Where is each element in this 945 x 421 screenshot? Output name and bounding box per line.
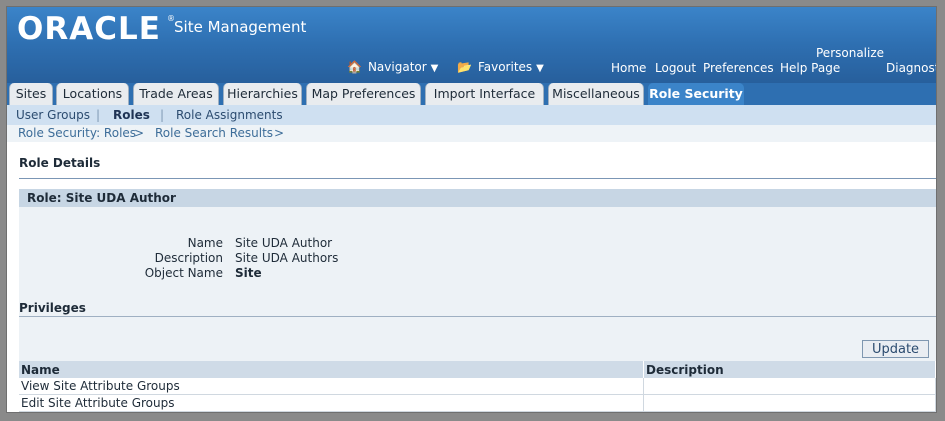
- subnav-user-groups[interactable]: User Groups: [16, 105, 90, 125]
- navigator-label: Navigator: [367, 60, 427, 74]
- favorites-menu[interactable]: 📂 Favorites ▼: [457, 60, 544, 74]
- update-button[interactable]: Update: [862, 340, 929, 358]
- breadcrumb-separator: >: [274, 126, 285, 140]
- oracle-logo: ORACLE: [17, 11, 161, 47]
- favorites-label: Favorites: [477, 60, 533, 74]
- column-header-description: Description: [643, 361, 936, 378]
- breadcrumb: Role Security: Roles > Role Search Resul…: [7, 125, 936, 142]
- description-value: Site UDA Authors: [235, 251, 339, 265]
- column-header-name: Name: [19, 361, 644, 378]
- tab-role-security[interactable]: Role Security: [648, 83, 744, 105]
- privileges-header: Privileges: [19, 301, 936, 317]
- object-name-label: Object Name: [144, 266, 223, 280]
- description-label: Description: [154, 251, 223, 265]
- subnav-role-assignments[interactable]: Role Assignments: [176, 105, 283, 125]
- subnav-bar: User Groups | Roles | Role Assignments: [7, 105, 936, 125]
- subnav-roles[interactable]: Roles: [113, 105, 150, 125]
- page-title: Role Details: [19, 154, 936, 179]
- privilege-description-cell: [643, 394, 936, 412]
- chevron-down-icon: ▼: [430, 63, 439, 74]
- app-window: ORACLE ® Site Management 🏠 Navigator ▼ 📂 Fa…: [6, 6, 937, 413]
- object-name-value: Site: [235, 266, 262, 280]
- preferences-link[interactable]: Preferences: [703, 61, 774, 75]
- tab-bar: Sites Locations Trade Areas Hierarchies …: [7, 83, 936, 105]
- breadcrumb-role-search-results[interactable]: Role Search Results: [155, 125, 273, 142]
- name-value: Site UDA Author: [235, 236, 333, 250]
- table-row: Edit Site Attribute Groups: [19, 394, 936, 412]
- privilege-name-cell: View Site Attribute Groups: [19, 378, 644, 395]
- diagnostics-link[interactable]: Diagnost: [886, 61, 936, 75]
- personalize-help-page-link[interactable]: Help Page: [780, 61, 840, 75]
- table-row: View Site Attribute Groups: [19, 378, 936, 395]
- logout-link[interactable]: Logout: [655, 61, 696, 75]
- app-title: Site Management: [174, 18, 307, 36]
- main-content: Role Details Role: Site UDA Author Name …: [7, 142, 936, 412]
- tab-sites[interactable]: Sites: [9, 83, 53, 105]
- tab-map-preferences[interactable]: Map Preferences: [306, 83, 421, 105]
- navigator-menu[interactable]: 🏠 Navigator ▼: [347, 60, 438, 74]
- breadcrumb-separator: >: [134, 126, 145, 140]
- privilege-description-cell: [643, 378, 936, 395]
- subnav-separator: |: [96, 108, 101, 122]
- role-panel: Role: Site UDA Author Name Site UDA Auth…: [19, 189, 936, 412]
- privilege-name-cell: Edit Site Attribute Groups: [19, 394, 644, 412]
- folder-star-icon: 📂: [457, 60, 472, 74]
- personalize-link[interactable]: Personalize: [816, 46, 884, 60]
- tab-trade-areas[interactable]: Trade Areas: [133, 83, 219, 105]
- name-label: Name: [187, 236, 223, 250]
- tab-miscellaneous[interactable]: Miscellaneous: [548, 83, 644, 105]
- tab-hierarchies[interactable]: Hierarchies: [223, 83, 302, 105]
- chevron-down-icon: ▼: [536, 63, 544, 74]
- tab-import-interface[interactable]: Import Interface: [425, 83, 544, 105]
- privileges-table: Name Description View Site Attribute Gro…: [19, 361, 936, 412]
- table-header-row: Name Description: [19, 361, 936, 378]
- home-house-icon: 🏠: [347, 60, 362, 74]
- tab-locations[interactable]: Locations: [56, 83, 129, 105]
- subnav-separator: |: [160, 108, 165, 122]
- branding-header: ORACLE ® Site Management 🏠 Navigator ▼ 📂 Fa…: [7, 7, 936, 83]
- role-header: Role: Site UDA Author: [19, 189, 936, 207]
- home-link[interactable]: Home: [611, 61, 646, 75]
- breadcrumb-role-security-roles[interactable]: Role Security: Roles: [18, 125, 136, 142]
